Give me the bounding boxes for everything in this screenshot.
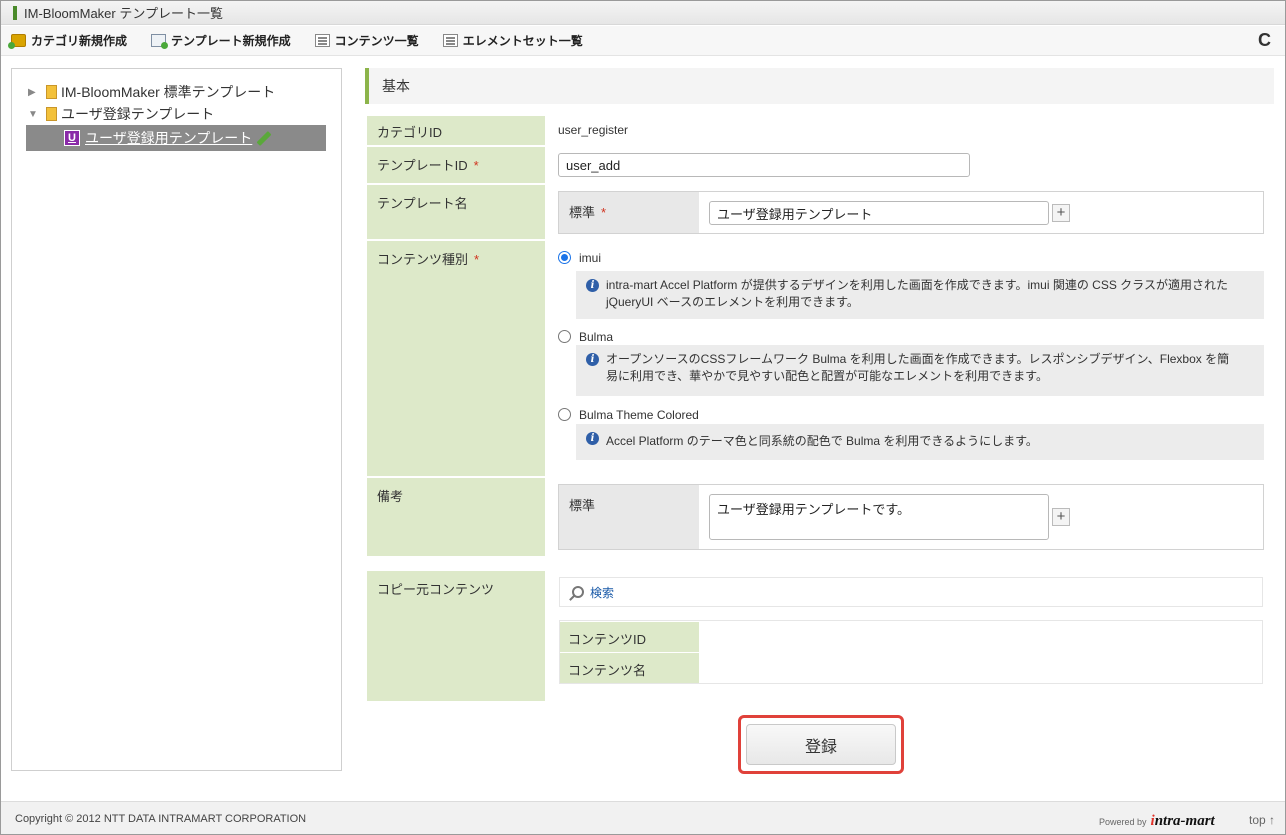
template-id-label: テンプレートID *	[367, 147, 545, 183]
label-text: 備考	[377, 489, 404, 504]
radio-bulma-label[interactable]: Bulma	[579, 330, 613, 344]
info-icon: i	[586, 279, 599, 292]
template-name-label: テンプレート名	[367, 185, 545, 239]
add-language-button[interactable]: +	[1052, 204, 1070, 222]
required-mark: *	[601, 205, 607, 220]
info-text-line: オープンソースのCSSフレームワーク Bulma を利用した画面を作成できます。…	[606, 352, 1230, 366]
tree-item-selected-template[interactable]: U ユーザ登録用テンプレート	[26, 125, 326, 151]
required-mark: *	[473, 158, 479, 173]
radio-bulma-theme-colored-label[interactable]: Bulma Theme Colored	[579, 408, 699, 422]
folder-icon	[46, 85, 57, 99]
content-list-label: コンテンツ一覧	[334, 34, 419, 48]
copy-source-table: コンテンツID コンテンツ名	[559, 620, 1263, 684]
info-icon: i	[586, 353, 599, 366]
title-mark-icon	[13, 5, 17, 20]
window-title: IM-BloomMaker テンプレート一覧	[24, 6, 223, 21]
tree-node-user-register[interactable]: ▼ ユーザ登録テンプレート	[12, 103, 341, 125]
template-add-icon	[151, 34, 169, 49]
remarks-label: 備考	[367, 478, 545, 556]
tree-node-label: ユーザ登録テンプレート	[61, 106, 215, 122]
search-icon[interactable]	[572, 586, 584, 598]
remarks-textarea[interactable]: ユーザ登録用テンプレートです。	[709, 494, 1049, 540]
folder-icon	[46, 107, 57, 121]
label-text: 標準	[569, 498, 596, 513]
bulma-info: i オープンソースのCSSフレームワーク Bulma を利用した画面を作成できま…	[576, 345, 1264, 396]
label-text: カテゴリID	[377, 125, 443, 140]
search-link[interactable]: 検索	[590, 584, 614, 601]
category-id-value: user_register	[558, 123, 629, 137]
refresh-icon[interactable]: C	[1258, 30, 1271, 51]
template-id-input[interactable]	[558, 153, 970, 177]
list-icon	[442, 34, 458, 47]
template-name-input[interactable]	[709, 201, 1049, 225]
copyright-text: Copyright © 2012 NTT DATA INTRAMART CORP…	[15, 813, 307, 825]
powered-by-text: Powered by	[1099, 816, 1147, 827]
tree-node-label: IM-BloomMaker 標準テンプレート	[61, 84, 276, 100]
logo-text: ntra-mart	[1154, 813, 1215, 829]
tree-item-label: ユーザ登録用テンプレート	[85, 130, 253, 146]
radio-imui-label[interactable]: imui	[579, 251, 601, 265]
radio-imui[interactable]	[558, 251, 571, 264]
top-link[interactable]: top ↑	[1249, 813, 1275, 827]
copy-source-search: 検索	[559, 577, 1263, 607]
list-icon	[314, 34, 330, 47]
submit-highlight: 登録	[738, 715, 904, 774]
required-mark: *	[474, 252, 480, 267]
content-list-button[interactable]: コンテンツ一覧	[314, 32, 419, 49]
register-button[interactable]: 登録	[746, 724, 896, 765]
label-text: コンテンツ種別	[377, 252, 469, 267]
pencil-icon[interactable]	[256, 130, 272, 146]
label-text: 標準	[569, 205, 596, 220]
radio-bulma[interactable]	[558, 330, 571, 343]
template-type-badge: U	[64, 130, 80, 146]
element-set-list-label: エレメントセット一覧	[462, 34, 583, 48]
content-id-label: コンテンツID	[560, 622, 699, 652]
remarks-lang-label: 標準	[559, 485, 699, 549]
info-text-line: 易に利用でき、華やかで見やすい配色と配置が可能なエレメントを利用できます。	[606, 369, 1048, 383]
add-language-button[interactable]: +	[1052, 508, 1070, 526]
bulma-theme-info: i Accel Platform のテーマ色と同系統の配色で Bulma を利用…	[576, 424, 1264, 460]
info-text-line: Accel Platform のテーマ色と同系統の配色で Bulma を利用でき…	[606, 434, 1038, 448]
info-icon: i	[586, 432, 599, 445]
expand-arrow-icon[interactable]: ▶	[28, 87, 42, 98]
label-text: テンプレートID	[377, 158, 468, 173]
label-text: コピー元コンテンツ	[377, 582, 495, 597]
template-name-lang-label: 標準 *	[559, 192, 699, 233]
window-title-bar: IM-BloomMaker テンプレート一覧	[1, 1, 1285, 25]
radio-bulma-theme-colored[interactable]	[558, 408, 571, 421]
category-id-label: カテゴリID	[367, 116, 545, 145]
info-text-line: intra-mart Accel Platform が提供するデザインを利用した…	[606, 278, 1228, 292]
footer: Copyright © 2012 NTT DATA INTRAMART CORP…	[1, 801, 1285, 834]
folder-add-icon	[8, 34, 26, 49]
toolbar: カテゴリ新規作成 テンプレート新規作成 コンテンツ一覧 エレメントセット一覧 C	[1, 26, 1285, 56]
powered-by: Powered by intra-mart	[1099, 813, 1215, 830]
section-title: 基本	[382, 78, 410, 94]
element-set-list-button[interactable]: エレメントセット一覧	[442, 32, 583, 49]
new-category-button[interactable]: カテゴリ新規作成	[8, 32, 128, 49]
new-template-label: テンプレート新規作成	[171, 34, 291, 48]
intra-mart-logo: intra-mart	[1151, 813, 1215, 830]
content-name-label: コンテンツ名	[560, 653, 699, 683]
template-tree: ▶ IM-BloomMaker 標準テンプレート ▼ ユーザ登録テンプレート U…	[11, 68, 342, 771]
section-header: 基本	[365, 68, 1274, 104]
info-text-line: jQueryUI ベースのエレメントを利用できます。	[606, 295, 859, 309]
copy-source-label: コピー元コンテンツ	[367, 571, 545, 701]
content-type-label: コンテンツ種別 *	[367, 241, 545, 476]
new-category-label: カテゴリ新規作成	[31, 34, 128, 48]
tree-node-standard-templates[interactable]: ▶ IM-BloomMaker 標準テンプレート	[12, 81, 341, 103]
imui-info: i intra-mart Accel Platform が提供するデザインを利用…	[576, 271, 1264, 319]
collapse-arrow-icon[interactable]: ▼	[28, 109, 42, 120]
new-template-button[interactable]: テンプレート新規作成	[151, 32, 291, 49]
label-text: テンプレート名	[377, 196, 468, 211]
